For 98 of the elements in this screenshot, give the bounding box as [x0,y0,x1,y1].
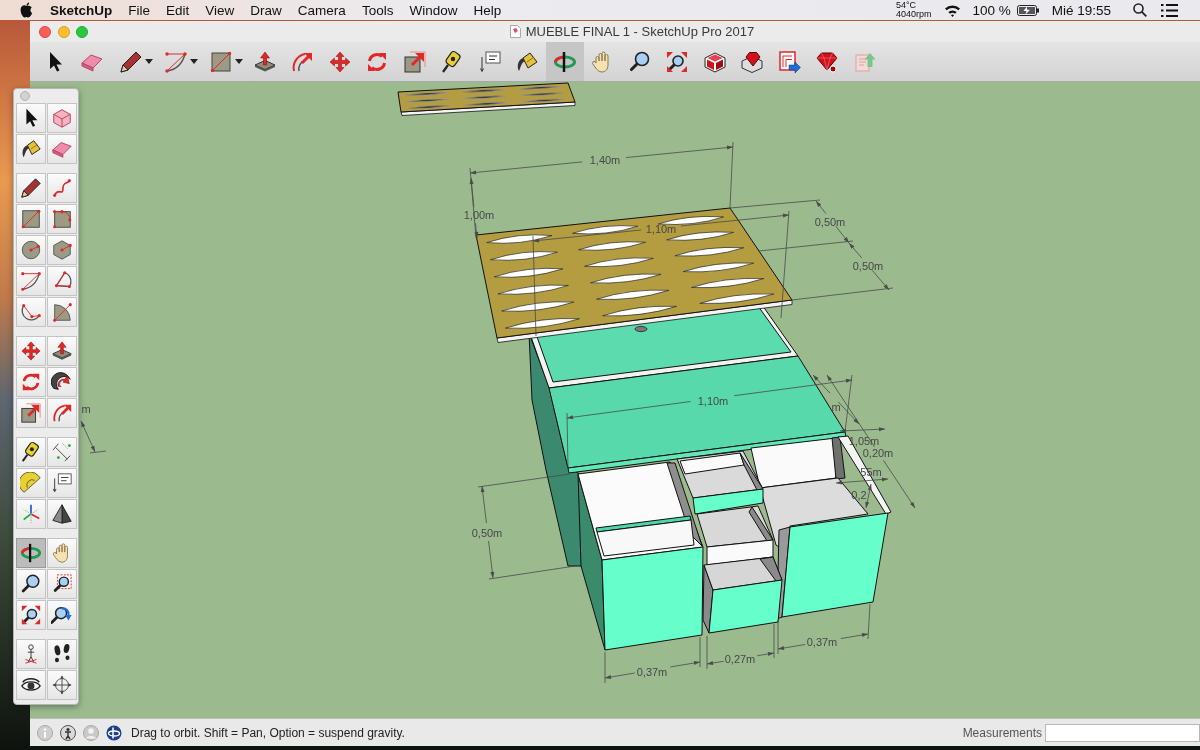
menu-item[interactable]: Window [401,2,466,18]
dimension-line [80,420,107,454]
menu-item[interactable]: Edit [158,2,198,18]
zoom-icon [19,573,42,595]
gem-icon [815,49,840,74]
square-arrow-icon [402,49,427,74]
tool-button[interactable] [15,437,46,467]
tool-button[interactable] [46,499,77,529]
orbit-icon [552,49,577,74]
tool-button[interactable] [46,639,77,669]
measurements-field[interactable] [1045,723,1200,742]
pie-icon [50,301,73,323]
pencil-icon [119,49,143,74]
document-arrow-icon [777,49,802,74]
push-pull-icon [252,49,277,74]
orbit-icon [106,724,122,741]
menu-item[interactable]: Draw [242,2,290,18]
dimension-label: 0,20m [862,447,894,459]
menu-item[interactable]: Tools [353,2,402,18]
polygon-icon [50,239,73,261]
menu-item[interactable]: File [120,2,159,18]
dimension-line [706,623,775,670]
dimension-label: 0,37m [806,636,838,648]
arcs-arrow-icon [50,402,73,424]
push-pull-icon [50,340,73,362]
rectangle-icon [209,49,233,74]
zoom-extents-icon [19,604,42,626]
document-icon [509,25,521,38]
four-way-arrow-icon [19,340,42,362]
finger-hole [634,326,648,332]
text-label-icon [477,49,502,74]
tape-measure-icon [19,441,42,463]
tool-button[interactable] [46,336,77,366]
magnifier-arrow-icon [50,604,73,626]
apple-icon[interactable] [19,2,33,18]
dimension-label: 1,10m [697,395,729,407]
tool-button[interactable] [15,600,46,630]
dimension-label: 0,2 [851,489,867,501]
dimension-label: 0,50m [814,216,846,228]
arc-icon [19,270,42,292]
status-hint: Drag to orbit. Shift = Pan, Option = suspend gravity. [131,725,405,740]
squiggle-icon [50,177,73,199]
dimension-label: 1,10m [645,223,677,235]
circle-icon [19,239,42,261]
gem-box-icon [740,49,765,74]
curved-arrow-icon [50,371,73,393]
temperature-reading: 54°C [895,0,917,10]
dimension-label: 1,40m [589,154,621,166]
measurements-label: Measurements [962,725,1042,740]
tool-button[interactable] [46,367,77,397]
battery-icon[interactable] [1016,4,1039,16]
list-icon[interactable] [1161,3,1178,17]
dimension-label: m [81,403,91,415]
search-icon[interactable] [1133,3,1147,17]
clock[interactable]: Mié 19:55 [1051,2,1111,18]
pencil-icon [19,177,42,199]
tool-button[interactable] [15,103,46,133]
tool-button[interactable] [15,398,46,428]
tool-button[interactable] [15,173,46,203]
dimension-icon [50,441,73,463]
tool-button[interactable] [546,42,584,81]
tool-button[interactable] [46,569,77,599]
window-title: MUEBLE FINAL 1 - SketchUp Pro 2017 [525,24,755,39]
four-way-arrow-icon [327,49,352,74]
zoom-icon [627,49,652,74]
battery-percentage: 100 % [972,2,1011,18]
text-label-icon [50,472,73,494]
tool-button[interactable] [46,600,77,630]
dimension-label: 1,00m [463,209,495,221]
close-button[interactable] [39,25,51,38]
square-arrow-icon [19,402,42,424]
tool-button[interactable] [46,468,77,498]
dimension-label: 0,50m [852,260,884,272]
crosshair-icon [50,674,73,696]
dimension-label: 0,37m [636,666,668,678]
rectangle-icon [19,208,42,230]
dimension-label: m [831,401,841,413]
orbit-icon [19,542,42,564]
arc-icon [164,49,188,74]
dimension-label: 0,27m [724,653,756,665]
protractor-icon [19,472,42,494]
fan-speed-reading: 4040rpm [895,10,932,20]
zoom-extents-icon [665,49,690,74]
menu-item[interactable]: Help [465,2,510,18]
tool-button[interactable] [15,538,46,568]
pyramid-icon [50,503,73,525]
tool-button[interactable] [15,670,46,700]
app-menu[interactable]: SketchUp [50,2,113,18]
dimension-label: 0,50m [471,527,503,539]
arc-icon [19,301,42,323]
rectangle-icon [50,208,73,230]
wifi-icon[interactable] [944,3,962,17]
cube-icon [50,107,73,129]
person-icon[interactable] [60,724,76,741]
tool-button[interactable] [15,134,46,164]
menu-item[interactable]: Camera [289,2,354,18]
tool-button[interactable] [15,569,46,599]
menu-item[interactable]: View [197,2,243,18]
